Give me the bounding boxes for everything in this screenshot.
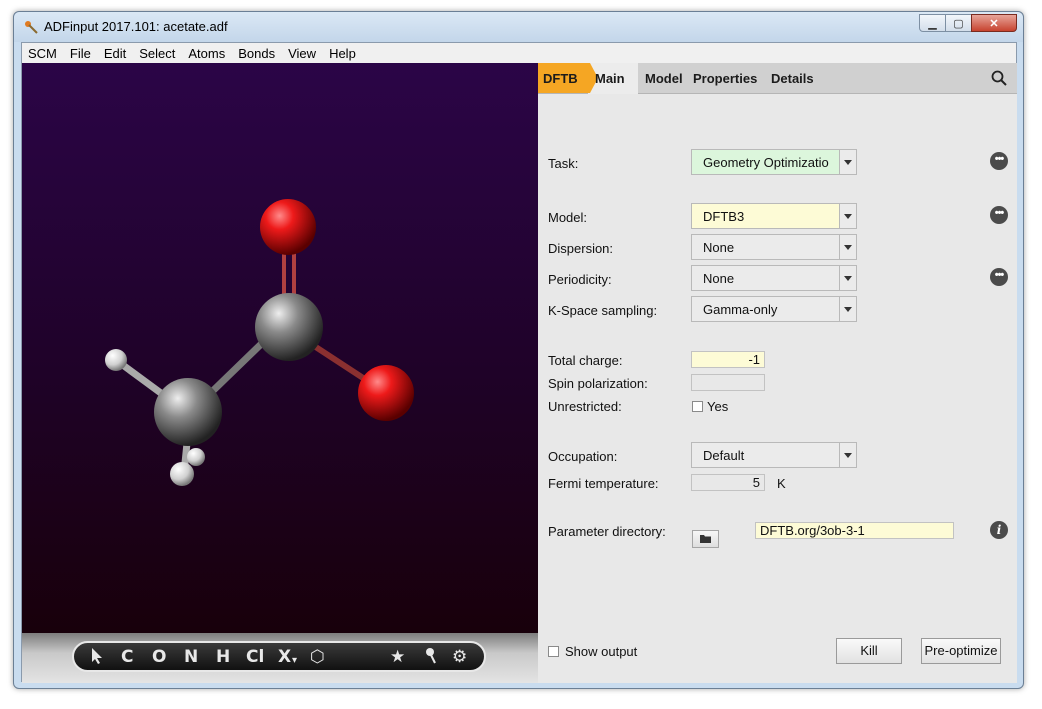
chevron-down-icon — [839, 204, 856, 228]
tab-model[interactable]: Model — [645, 71, 683, 86]
spin-polarization-input[interactable] — [691, 374, 765, 391]
tool-carbon[interactable]: C — [121, 647, 133, 667]
select-pointer-icon[interactable] — [90, 647, 104, 670]
tab-main[interactable]: Main — [595, 71, 625, 86]
maximize-button[interactable]: ▢ — [945, 14, 972, 32]
chevron-down-icon — [839, 297, 856, 321]
tab-properties[interactable]: Properties — [693, 71, 757, 86]
dropdown-caret-icon[interactable]: ▾ — [292, 655, 297, 666]
menu-scm[interactable]: SCM — [28, 46, 57, 61]
app-window: ADFinput 2017.101: acetate.adf ▁ ▢ ✕ SCM… — [13, 11, 1024, 689]
oxygen-atom[interactable] — [260, 199, 316, 255]
search-icon[interactable] — [991, 70, 1007, 86]
carbon-atom[interactable] — [255, 293, 323, 361]
unrestricted-checkbox[interactable] — [692, 401, 703, 412]
molecule-render[interactable] — [22, 63, 538, 633]
oxygen-atom[interactable] — [358, 365, 414, 421]
menu-bar: SCM File Edit Select Atoms Bonds View He… — [22, 43, 1016, 63]
tool-hydrogen[interactable]: H — [216, 647, 230, 667]
spin-polarization-label: Spin polarization: — [548, 376, 648, 391]
hydrogen-atom[interactable] — [170, 462, 194, 486]
pre-optimize-button[interactable]: Pre-optimize — [921, 638, 1001, 664]
client-area: SCM File Edit Select Atoms Bonds View He… — [21, 42, 1017, 683]
periodicity-more-icon[interactable]: ••• — [990, 268, 1008, 286]
tab-engine-dftb[interactable]: DFTB — [538, 63, 590, 93]
task-label: Task: — [548, 156, 579, 171]
periodicity-dropdown[interactable]: None — [691, 265, 857, 291]
menu-view[interactable]: View — [288, 46, 316, 61]
occupation-dropdown[interactable]: Default — [691, 442, 857, 468]
menu-select[interactable]: Select — [139, 46, 175, 61]
kspace-dropdown[interactable]: Gamma-only — [691, 296, 857, 322]
unrestricted-yes-label: Yes — [707, 399, 729, 414]
menu-file[interactable]: File — [70, 46, 91, 61]
window-title: ADFinput 2017.101: acetate.adf — [44, 19, 228, 34]
ring-hexagon-icon[interactable]: ⬡ — [310, 647, 325, 667]
tool-nitrogen[interactable]: N — [184, 647, 198, 667]
folder-browse-button[interactable] — [692, 530, 719, 548]
star-icon[interactable]: ★ — [390, 647, 405, 667]
close-button[interactable]: ✕ — [971, 14, 1017, 32]
dispersion-dropdown[interactable]: None — [691, 234, 857, 260]
model-dropdown[interactable]: DFTB3 — [691, 203, 857, 229]
folder-icon — [700, 535, 711, 543]
fermi-unit: K — [777, 476, 786, 491]
chevron-down-icon — [839, 443, 856, 467]
chevron-down-icon — [839, 235, 856, 259]
minimize-button[interactable]: ▁ — [919, 14, 946, 32]
tool-chlorine[interactable]: Cl — [246, 647, 264, 667]
task-dropdown[interactable]: Geometry Optimizatio — [691, 149, 857, 175]
atom-toolbar: C O N H Cl X ▾ ⬡ ★ ⚙ — [72, 641, 486, 672]
chevron-down-icon — [839, 266, 856, 290]
tab-details[interactable]: Details — [771, 71, 814, 86]
task-more-icon[interactable]: ••• — [990, 152, 1008, 170]
kill-button[interactable]: Kill — [836, 638, 902, 664]
occupation-label: Occupation: — [548, 449, 618, 464]
fermi-temperature-input[interactable]: 5 — [691, 474, 765, 491]
carbon-atom[interactable] — [154, 378, 222, 446]
hydrogen-atom[interactable] — [187, 448, 205, 466]
gear-icon[interactable]: ⚙ — [452, 647, 467, 667]
menu-bonds[interactable]: Bonds — [238, 46, 275, 61]
parameter-directory-input[interactable]: DFTB.org/3ob-3-1 — [755, 522, 954, 539]
model-label: Model: — [548, 210, 588, 225]
molecule-viewport[interactable]: C O N H Cl X ▾ ⬡ ★ ⚙ — [22, 63, 538, 683]
kspace-label: K-Space sampling: — [548, 303, 658, 318]
menu-atoms[interactable]: Atoms — [188, 46, 225, 61]
menu-edit[interactable]: Edit — [104, 46, 126, 61]
show-output-label: Show output — [565, 644, 638, 659]
adf-app-icon — [25, 21, 38, 34]
menu-help[interactable]: Help — [329, 46, 356, 61]
structure-tool-icon[interactable] — [424, 647, 438, 670]
show-output-checkbox[interactable] — [548, 646, 559, 657]
fermi-temperature-label: Fermi temperature: — [548, 476, 659, 491]
tool-oxygen[interactable]: O — [152, 647, 166, 667]
unrestricted-label: Unrestricted: — [548, 399, 622, 414]
info-icon[interactable]: i — [990, 521, 1008, 539]
model-more-icon[interactable]: ••• — [990, 206, 1008, 224]
settings-panel: DFTB Main Model Properties Details Task:… — [538, 63, 1017, 683]
periodicity-label: Periodicity: — [548, 272, 612, 287]
chevron-down-icon — [839, 150, 856, 174]
total-charge-label: Total charge: — [548, 353, 623, 368]
parameter-directory-label: Parameter directory: — [548, 524, 666, 539]
hydrogen-atom[interactable] — [105, 349, 127, 371]
total-charge-input[interactable]: -1 — [691, 351, 765, 368]
panel-tab-bar: DFTB Main Model Properties Details — [538, 63, 1017, 94]
tool-other-element[interactable]: X — [278, 647, 291, 667]
title-bar: ADFinput 2017.101: acetate.adf ▁ ▢ ✕ — [14, 12, 1023, 42]
dispersion-label: Dispersion: — [548, 241, 614, 256]
